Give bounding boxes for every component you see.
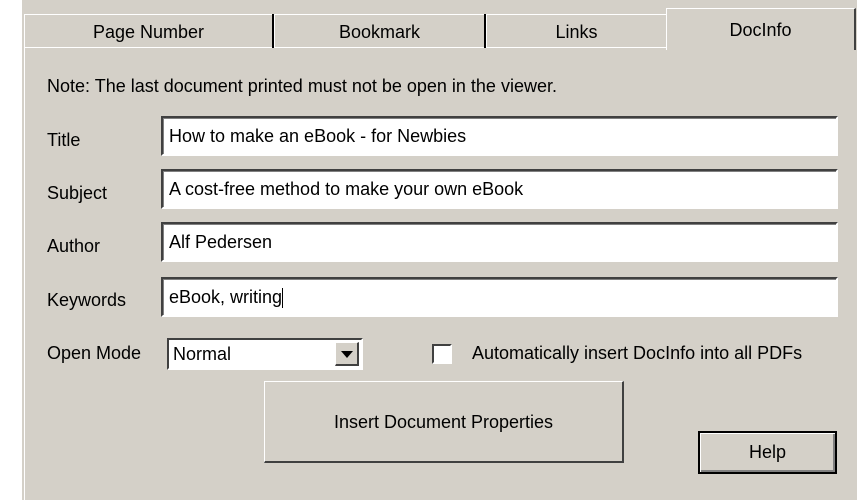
tab-docinfo-label: DocInfo — [729, 20, 792, 40]
insert-document-properties-button[interactable]: Insert Document Properties — [264, 381, 624, 463]
title-value: How to make an eBook - for Newbies — [169, 126, 467, 146]
auto-insert-label: Automatically insert DocInfo into all PD… — [472, 343, 803, 363]
author-label: Author — [47, 236, 101, 256]
keywords-label: Keywords — [47, 290, 127, 310]
dropdown-button[interactable] — [335, 342, 359, 366]
open-mode-value: Normal — [173, 344, 232, 364]
tab-docinfo[interactable]: DocInfo — [666, 8, 856, 50]
tab-page-number[interactable]: Page Number — [24, 14, 272, 48]
tab-page-number-label: Page Number — [92, 22, 205, 42]
keywords-value: eBook, writing — [169, 287, 283, 307]
text-cursor — [282, 288, 284, 309]
tab-links-label: Links — [555, 22, 598, 42]
keywords-field[interactable]: eBook, writing — [161, 277, 838, 317]
help-button[interactable]: Help — [698, 431, 837, 474]
tab-links[interactable]: Links — [486, 14, 666, 48]
subject-value: A cost-free method to make your own eBoo… — [169, 179, 524, 199]
insert-button-label: Insert Document Properties — [333, 412, 554, 432]
tab-bookmark-label: Bookmark — [338, 22, 421, 42]
screen: Page Number Bookmark Links DocInfo Note:… — [0, 0, 857, 500]
chevron-down-icon — [341, 351, 353, 358]
author-value: Alf Pedersen — [169, 232, 273, 252]
help-button-label: Help — [748, 442, 787, 462]
title-field[interactable]: How to make an eBook - for Newbies — [161, 116, 838, 156]
open-mode-label: Open Mode — [47, 343, 142, 363]
auto-insert-checkbox[interactable] — [432, 344, 452, 364]
tab-bookmark[interactable]: Bookmark — [274, 14, 484, 48]
subject-field[interactable]: A cost-free method to make your own eBoo… — [161, 169, 838, 209]
title-label: Title — [47, 130, 81, 150]
open-mode-select[interactable]: Normal — [167, 338, 363, 370]
note-text: Note: The last document printed must not… — [47, 76, 557, 96]
subject-label: Subject — [47, 183, 108, 203]
author-field[interactable]: Alf Pedersen — [161, 222, 838, 262]
